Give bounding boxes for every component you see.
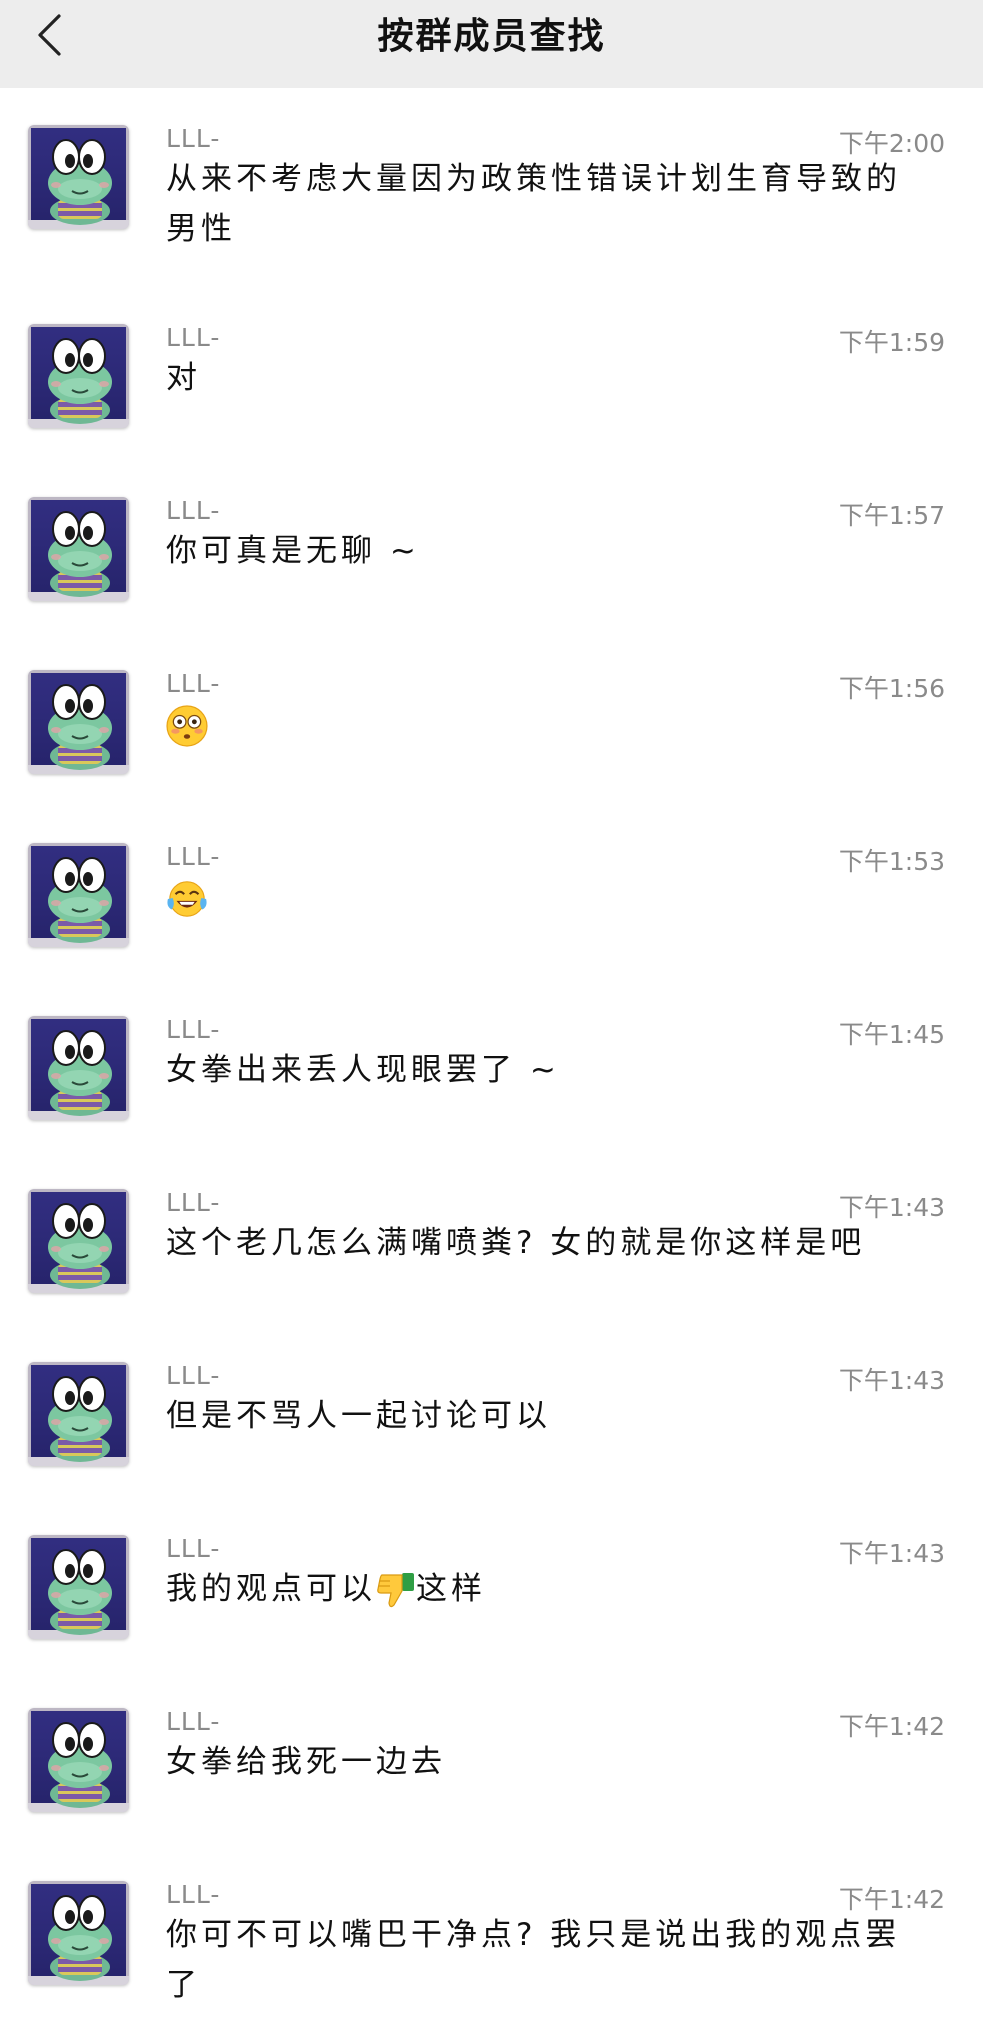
title-bar: 按群成员查找: [0, 0, 983, 88]
avatar[interactable]: [28, 1016, 129, 1120]
sender-name: LLL-: [166, 124, 221, 153]
sender-name: LLL-: [166, 1188, 221, 1217]
message-text-part: 我的观点可以: [166, 1571, 376, 1607]
message-text-content: 你可不可以嘴巴干净点? 我只是说出我的观点罢了: [166, 1917, 901, 2003]
message-row[interactable]: LLL- 下午1:43 这个老几怎么满嘴喷粪? 女的就是你这样是吧: [0, 1188, 983, 1359]
message-row[interactable]: LLL- 下午1:56: [0, 669, 983, 840]
avatar[interactable]: [28, 843, 129, 947]
message-text: 对: [166, 353, 926, 403]
message-text-content: 这个老几怎么满嘴喷粪? 女的就是你这样是吧: [166, 1225, 866, 1261]
message-row[interactable]: LLL- 下午1:59 对: [0, 323, 983, 494]
chevron-left-icon: [38, 14, 61, 56]
message-row[interactable]: LLL- 下午1:43 但是不骂人一起讨论可以: [0, 1361, 983, 1532]
message-text-content: 女拳出来丢人现眼罢了 ~: [166, 1052, 560, 1088]
sender-name: LLL-: [166, 1015, 221, 1044]
message-text: 你可真是无聊 ~: [166, 526, 926, 576]
flushed-face-icon: [166, 705, 208, 747]
avatar[interactable]: [28, 670, 129, 774]
message-row[interactable]: LLL- 下午1:57 你可真是无聊 ~: [0, 496, 983, 667]
message-row[interactable]: LLL- 下午1:45 女拳出来丢人现眼罢了 ~: [0, 1015, 983, 1186]
page-title: 按群成员查找: [377, 16, 606, 57]
message-text-content: 从来不考虑大量因为政策性错误计划生育导致的男性: [166, 161, 901, 247]
message-text: 但是不骂人一起讨论可以: [166, 1391, 926, 1441]
sender-name: LLL-: [166, 1707, 221, 1736]
message-text: [166, 699, 926, 749]
thumbs-down-icon: [376, 1571, 416, 1611]
sender-name: LLL-: [166, 669, 221, 698]
message-row[interactable]: LLL- 下午2:00 从来不考虑大量因为政策性错误计划生育导致的男性: [0, 124, 983, 295]
message-text: 我的观点可以 这样: [166, 1564, 926, 1614]
avatar[interactable]: [28, 1189, 129, 1293]
message-text-part: 这样: [416, 1571, 486, 1607]
message-text-content: 你可真是无聊 ~: [166, 533, 420, 569]
message-text: 女拳出来丢人现眼罢了 ~: [166, 1045, 926, 1095]
avatar[interactable]: [28, 1881, 129, 1985]
sender-name: LLL-: [166, 1534, 221, 1563]
message-row[interactable]: LLL- 下午1:42 你可不可以嘴巴干净点? 我只是说出我的观点罢了: [0, 1880, 983, 2019]
message-text: 你可不可以嘴巴干净点? 我只是说出我的观点罢了: [166, 1910, 926, 2010]
message-text: [166, 872, 926, 922]
avatar[interactable]: [28, 497, 129, 601]
message-row[interactable]: LLL- 下午1:43 我的观点可以 这样: [0, 1534, 983, 1705]
sender-name: LLL-: [166, 1880, 221, 1909]
message-text-content: 女拳给我死一边去: [166, 1744, 446, 1780]
back-button[interactable]: [26, 12, 72, 58]
message-text: 女拳给我死一边去: [166, 1737, 926, 1787]
sender-name: LLL-: [166, 1361, 221, 1390]
avatar[interactable]: [28, 1708, 129, 1812]
message-text: 从来不考虑大量因为政策性错误计划生育导致的男性: [166, 154, 926, 254]
message-text: 这个老几怎么满嘴喷粪? 女的就是你这样是吧: [166, 1218, 926, 1268]
avatar[interactable]: [28, 1362, 129, 1466]
message-text-content: 对: [166, 360, 201, 396]
message-row[interactable]: LLL- 下午1:53: [0, 842, 983, 1013]
sender-name: LLL-: [166, 842, 221, 871]
avatar[interactable]: [28, 1535, 129, 1639]
tears-of-joy-icon: [166, 878, 208, 920]
message-text-content: 但是不骂人一起讨论可以: [166, 1398, 551, 1434]
sender-name: LLL-: [166, 496, 221, 525]
avatar[interactable]: [28, 125, 129, 229]
avatar[interactable]: [28, 324, 129, 428]
sender-name: LLL-: [166, 323, 221, 352]
message-row[interactable]: LLL- 下午1:42 女拳给我死一边去: [0, 1707, 983, 1878]
